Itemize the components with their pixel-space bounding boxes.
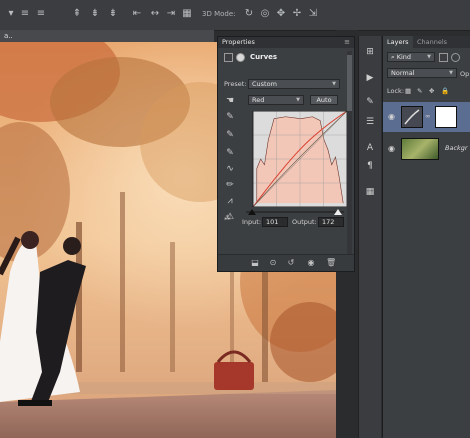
channel-value: Red <box>252 96 265 104</box>
filter-adjustment-icon[interactable] <box>451 53 460 62</box>
white-eyedropper-icon[interactable]: ✎ <box>224 147 236 159</box>
layer-row-background[interactable]: ◉ Backgr <box>383 134 470 164</box>
auto-align-icon[interactable]: ▦ <box>180 8 194 20</box>
target-adjust-icon[interactable]: ☚ <box>224 95 236 107</box>
distribute-bottom-icon[interactable]: ⇟ <box>106 8 120 20</box>
blend-mode-dropdown[interactable]: Normal ▼ <box>387 68 457 78</box>
preset-label: Preset: <box>224 80 247 88</box>
gray-eyedropper-icon[interactable]: ✎ <box>224 129 236 141</box>
align-vertical-icon[interactable]: ≡ <box>34 8 48 20</box>
link-chain-icon[interactable]: ∞ <box>425 112 430 120</box>
lock-label: Lock: <box>387 87 405 95</box>
drag-3d-icon[interactable]: ✥ <box>274 8 288 20</box>
character-icon[interactable]: A <box>364 142 376 154</box>
properties-panel: Properties ≡ Curves Preset: Custom ▼ ☚ R… <box>217 36 355 272</box>
adjustments-icon[interactable]: ☰ <box>364 116 376 128</box>
curves-adjustment-icon <box>224 53 233 62</box>
swatches-icon[interactable]: ▦ <box>364 186 376 198</box>
play-actions-icon[interactable]: ▶ <box>364 72 376 84</box>
layer-mask-thumbnail[interactable] <box>435 106 457 128</box>
roll-3d-icon[interactable]: ◎ <box>258 8 272 20</box>
output-label: Output: <box>292 218 317 226</box>
lock-all-icon[interactable]: 🔒 <box>441 87 449 95</box>
input-label: Input: <box>242 218 262 226</box>
properties-footer: ⬓ ⊙ ↺ ◉ 🗑 <box>218 254 354 271</box>
history-icon[interactable]: ✎ <box>364 96 376 108</box>
chevron-down-icon: ▼ <box>296 97 300 103</box>
visibility-eye-icon[interactable]: ◉ <box>306 258 316 268</box>
curves-graph[interactable] <box>246 111 354 207</box>
distribute-hcenter-icon[interactable]: ↔ <box>148 8 162 20</box>
smooth-curve-icon[interactable]: ⩘ <box>224 195 236 207</box>
chevron-down-icon: ▼ <box>332 81 336 87</box>
preset-dropdown[interactable]: Custom ▼ <box>248 79 340 89</box>
trash-icon[interactable]: 🗑 <box>326 258 336 268</box>
distribute-center-icon[interactable]: ⇟ <box>88 8 102 20</box>
chevron-down-icon: ▼ <box>449 70 453 76</box>
lock-pixels-icon[interactable]: ✎ <box>417 87 422 95</box>
document-tab[interactable]: a.. <box>0 30 214 42</box>
paragraph-icon[interactable]: ¶ <box>364 160 376 172</box>
lock-transparent-icon[interactable]: ▦ <box>405 87 411 95</box>
input-field[interactable]: 101 <box>262 217 288 227</box>
chevron-down-icon: ▼ <box>427 54 431 60</box>
input-range-slider[interactable] <box>246 209 344 215</box>
scale-3d-icon[interactable]: ⇲ <box>306 8 320 20</box>
layer-row-curves[interactable]: ◉ ∞ <box>383 102 470 132</box>
lock-position-icon[interactable]: ✥ <box>429 87 434 95</box>
mode-3d-label: 3D Mode: <box>202 10 236 18</box>
curve-point-tool-icon[interactable]: ∿ <box>224 163 236 175</box>
tab-layers[interactable]: Layers <box>383 36 413 48</box>
opacity-label: Op <box>460 70 470 78</box>
filter-pixel-icon[interactable] <box>439 53 448 62</box>
distribute-left-icon[interactable]: ⇤ <box>130 8 144 20</box>
visibility-eye-icon[interactable]: ◉ <box>388 112 395 121</box>
distribute-top-icon[interactable]: ⇞ <box>70 8 84 20</box>
auto-button[interactable]: Auto <box>310 95 338 105</box>
properties-title: Properties <box>222 38 255 46</box>
properties-header[interactable]: Properties ≡ <box>218 37 354 48</box>
curves-adjustment-icon <box>401 106 423 128</box>
mask-icon[interactable] <box>236 53 245 62</box>
visibility-eye-icon[interactable]: ◉ <box>388 144 395 153</box>
kind-filter-dropdown[interactable]: ⌕ Kind ▼ <box>387 52 435 62</box>
pan-3d-icon[interactable]: ✢ <box>290 8 304 20</box>
eyedropper-sample-icon[interactable]: ⁂ <box>224 214 231 222</box>
kind-label: Kind <box>396 53 412 61</box>
view-previous-icon[interactable]: ⊙ <box>268 258 278 268</box>
blend-mode-value: Normal <box>391 69 415 77</box>
properties-scrollbar[interactable] <box>347 51 352 257</box>
preset-value: Custom <box>252 80 277 88</box>
panel-menu-icon[interactable]: ≡ <box>344 37 350 48</box>
layers-panel: Layers Channels ⌕ Kind ▼ Normal ▼ Op Loc… <box>382 36 470 438</box>
distribute-right-icon[interactable]: ⇥ <box>164 8 178 20</box>
align-top-icon[interactable]: ≡ <box>18 8 32 20</box>
panel-icon-strip: ⊞ ▶ ✎ ☰ A ¶ ▦ <box>358 36 381 438</box>
reset-icon[interactable]: ↺ <box>286 258 296 268</box>
clip-to-layer-icon[interactable]: ⬓ <box>250 258 260 268</box>
tab-channels[interactable]: Channels <box>413 36 451 48</box>
pencil-draw-icon[interactable]: ✏ <box>224 179 236 191</box>
options-bar: ▾ ≡ ≡ ⇞ ⇟ ⇟ ⇤ ↔ ⇥ ▦ 3D Mode: ↻ ◎ ✥ ✢ ⇲ <box>0 0 470 31</box>
document-tab-label: a.. <box>4 32 13 40</box>
tool-options-icon[interactable]: ▾ <box>4 8 18 20</box>
black-eyedropper-icon[interactable]: ✎ <box>224 111 236 123</box>
properties-toggle-icon[interactable]: ⊞ <box>364 46 376 58</box>
channel-dropdown[interactable]: Red ▼ <box>248 95 304 105</box>
layer-name: Backgr <box>445 144 468 152</box>
output-field[interactable]: 172 <box>318 217 344 227</box>
rotate-3d-icon[interactable]: ↻ <box>242 8 256 20</box>
adjustment-title: Curves <box>250 53 278 61</box>
background-layer-thumbnail <box>401 138 439 160</box>
layers-tabs: Layers Channels <box>383 36 470 48</box>
